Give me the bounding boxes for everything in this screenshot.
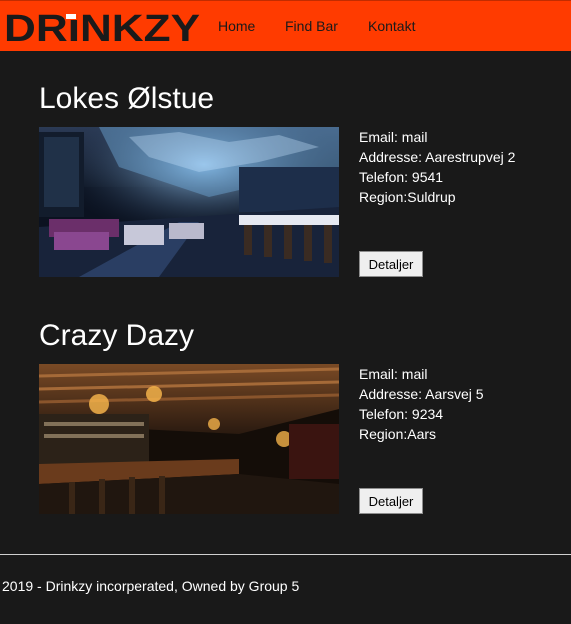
bar-phone: Telefon: 9541 (359, 169, 444, 185)
footer-text: 2019 - Drinkzy incorperated, Owned by Gr… (2, 578, 300, 594)
bar-photo (39, 364, 339, 514)
drinkzy-logo[interactable]: DRINKZY (4, 7, 200, 45)
bar-address: Addresse: Aarestrupvej 2 (359, 149, 516, 165)
bar-title: Crazy Dazy (39, 319, 195, 352)
bar-region: Region:Aars (359, 426, 437, 442)
bar-email: Email: mail (359, 366, 428, 382)
navbar: DRINKZY Home Find Bar Kontakt (0, 0, 571, 51)
bar-info: Email: mail Addresse: Aarestrupvej 2 Tel… (359, 127, 515, 207)
bar-info: Email: mail Addresse: Aarsvej 5 Telefon:… (359, 364, 484, 444)
details-button[interactable]: Detaljer (359, 488, 423, 514)
bar-address: Addresse: Aarsvej 5 (359, 386, 484, 402)
footer-divider (0, 554, 571, 555)
nav-contact-link[interactable]: Kontakt (368, 18, 415, 34)
bar-phone: Telefon: 9234 (359, 406, 444, 422)
svg-text:DRINKZY: DRINKZY (4, 8, 200, 45)
bar-region: Region:Suldrup (359, 189, 456, 205)
details-button[interactable]: Detaljer (359, 251, 423, 277)
nav-findbar-link[interactable]: Find Bar (285, 18, 338, 34)
bar-photo (39, 127, 339, 277)
nav-home-link[interactable]: Home (218, 18, 255, 34)
bar-title: Lokes Ølstue (39, 82, 215, 115)
bar-email: Email: mail (359, 129, 428, 145)
